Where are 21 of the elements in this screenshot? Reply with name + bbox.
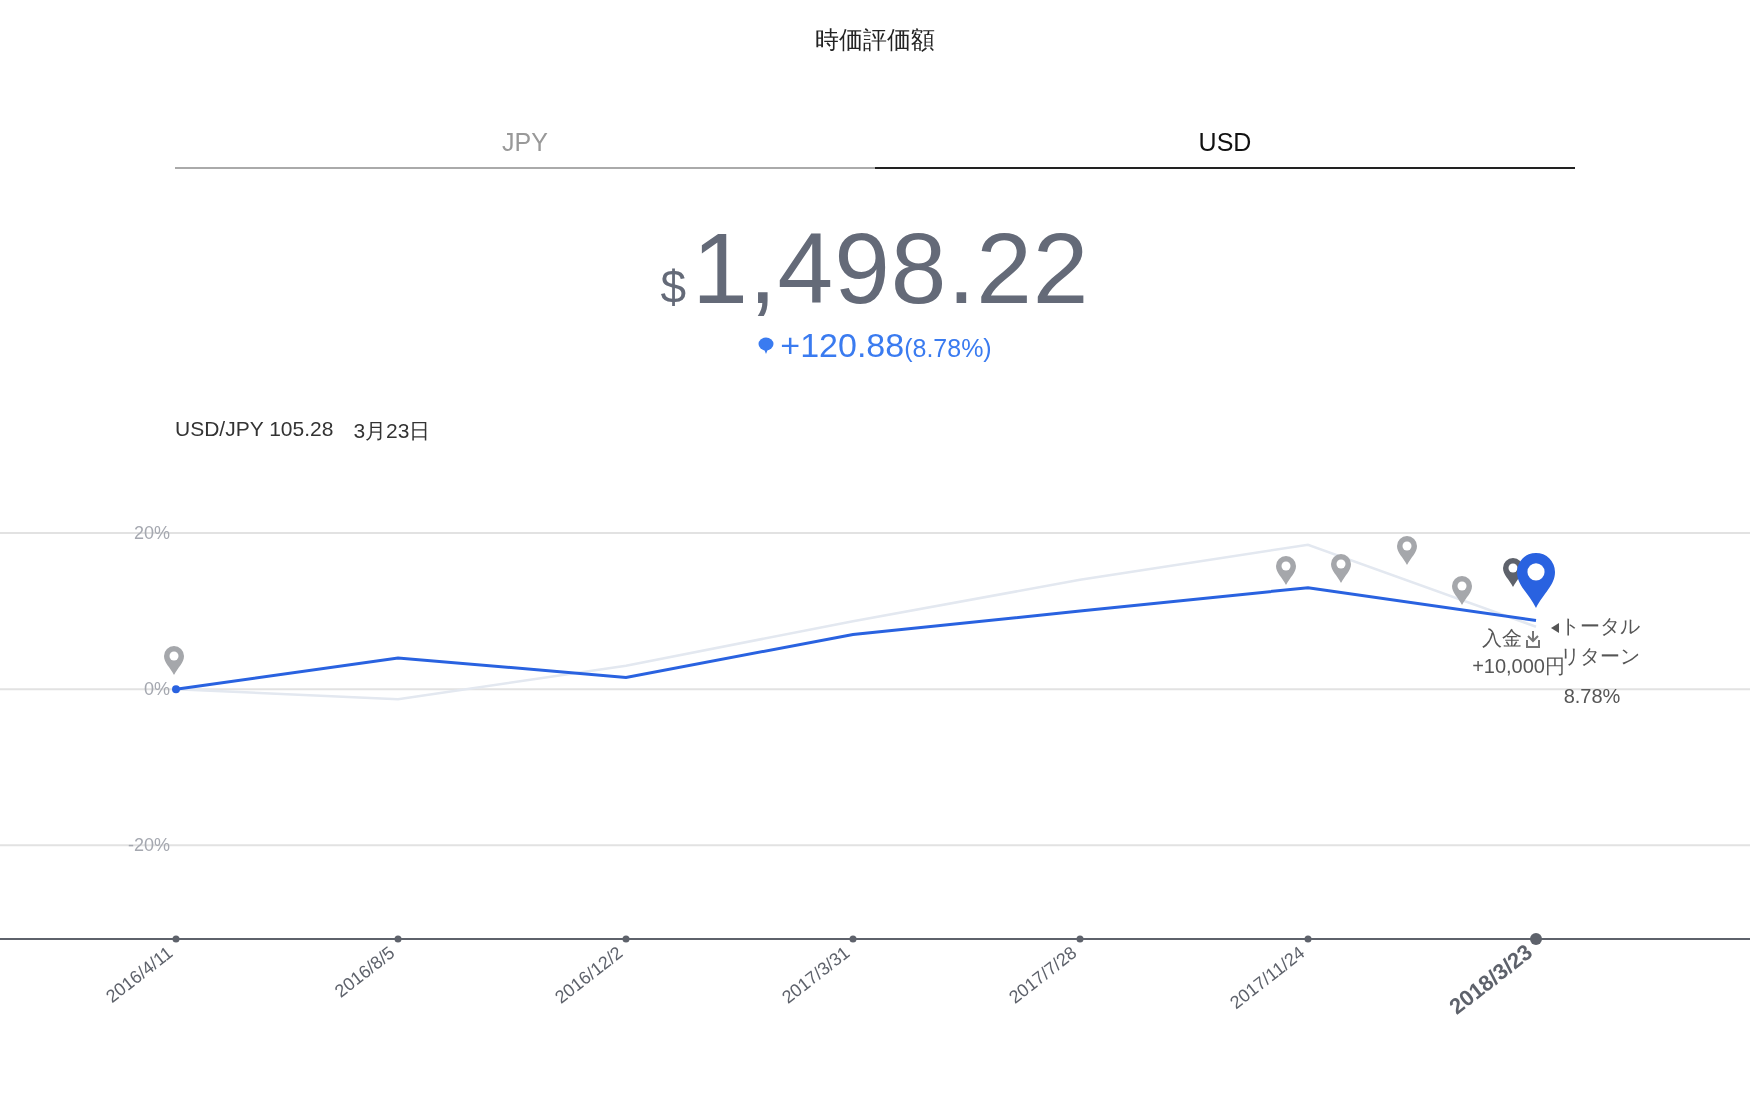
y-axis-label: -20% [127,835,170,856]
pin-icon [164,646,184,675]
y-axis-label: 20% [133,523,170,543]
exchange-rate: USD/JPY 105.28 [175,417,334,442]
currency-symbol: $ [660,260,687,314]
change-amount: +120.88 [780,326,905,365]
currency-tab[interactable]: USD [875,128,1575,169]
download-icon [1526,630,1540,648]
pin-icon [1276,556,1296,585]
pointer-icon [1551,623,1559,633]
start-point [172,685,180,694]
page-title: 時価評価額 [815,25,935,55]
total-return-value: 8.78% [1563,685,1621,707]
pin-icon [1452,576,1472,605]
deposit-label: 入金 [1482,627,1522,649]
pin-icon [1397,536,1417,565]
valuation-amount: 1,498.22 [692,211,1090,326]
y-axis-label: 0% [144,679,170,700]
pin-icon [1331,554,1351,583]
change-percent: (8.78%) [904,334,992,363]
rate-date: 3月23日 [353,418,431,444]
